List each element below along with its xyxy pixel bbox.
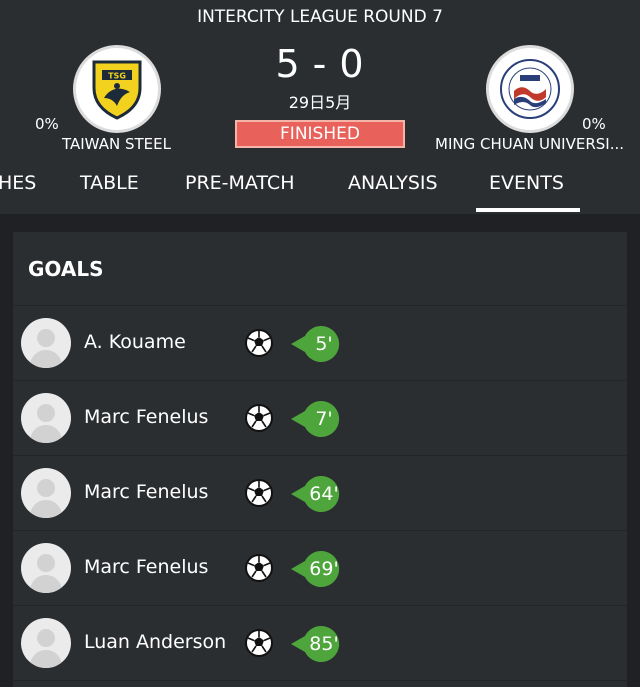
- player-avatar: [21, 393, 71, 443]
- tab-table[interactable]: TABLE: [80, 172, 139, 194]
- goal-minute-badge: 5': [291, 326, 343, 362]
- soccer-ball-icon: [244, 553, 274, 583]
- goal-row[interactable]: Marc Fenelus 7': [13, 381, 627, 456]
- away-team-name[interactable]: MING CHUAN UNIVERSI...: [435, 135, 624, 153]
- soccer-ball-icon: [244, 403, 274, 433]
- player-avatar: [21, 318, 71, 368]
- home-team-name[interactable]: TAIWAN STEEL: [62, 135, 171, 153]
- goal-row[interactable]: A. Kouame 5': [13, 306, 627, 381]
- away-team-badge[interactable]: [486, 45, 574, 133]
- player-name[interactable]: Marc Fenelus: [84, 556, 208, 578]
- goals-card: GOALS A. Kouame 5' Marc Fenelus 7' Marc Fene…: [13, 232, 627, 687]
- round-title: INTERCITY LEAGUE ROUND 7: [197, 7, 443, 27]
- soccer-ball-icon: [244, 628, 274, 658]
- goal-minute: 5': [315, 333, 333, 355]
- goal-row[interactable]: Luan Anderson 85': [13, 606, 627, 681]
- player-name[interactable]: Marc Fenelus: [84, 481, 208, 503]
- away-possession: 0%: [582, 115, 606, 133]
- soccer-ball-icon: [244, 478, 274, 508]
- goal-row[interactable]: Marc Fenelus 69': [13, 531, 627, 606]
- goal-minute-badge: 69': [291, 551, 343, 587]
- goal-minute-badge: 85': [291, 626, 343, 662]
- goal-row[interactable]: Marc Fenelus 64': [13, 456, 627, 531]
- player-name[interactable]: A. Kouame: [84, 331, 186, 353]
- goals-list: A. Kouame 5' Marc Fenelus 7' Marc Fenelus 64'…: [13, 306, 627, 681]
- soccer-ball-icon: [244, 328, 274, 358]
- home-score: 5: [275, 42, 301, 86]
- player-avatar: [21, 468, 71, 518]
- goal-minute: 7': [315, 408, 333, 430]
- player-name[interactable]: Marc Fenelus: [84, 406, 208, 428]
- tab-analysis[interactable]: ANALYSIS: [348, 172, 438, 194]
- goal-minute-badge: 64': [291, 476, 343, 512]
- goal-minute: 69': [309, 558, 339, 580]
- player-avatar: [21, 618, 71, 668]
- goal-minute-badge: 7': [291, 401, 343, 437]
- university-seal-icon: [500, 59, 560, 119]
- events-content: GOALS A. Kouame 5' Marc Fenelus 7' Marc Fene…: [0, 214, 640, 687]
- status-badge: FINISHED: [235, 120, 405, 148]
- player-name[interactable]: Luan Anderson: [84, 631, 226, 653]
- away-score: 0: [339, 42, 365, 86]
- goals-title: GOALS: [28, 257, 104, 281]
- tab-pre-match[interactable]: PRE-MATCH: [185, 172, 294, 194]
- tab-events[interactable]: EVENTS: [489, 172, 564, 194]
- player-avatar: [21, 543, 71, 593]
- goals-header: GOALS: [13, 232, 627, 306]
- goal-minute: 64': [309, 483, 339, 505]
- tab-matches[interactable]: HES: [0, 172, 36, 194]
- goal-minute: 85': [309, 633, 339, 655]
- match-tabs: HES TABLE PRE-MATCH ANALYSIS EVENTS: [0, 170, 640, 214]
- active-tab-indicator: [476, 208, 580, 212]
- match-header: INTERCITY LEAGUE ROUND 7 TSG 0% TAIWAN S…: [0, 0, 640, 214]
- home-possession: 0%: [35, 115, 59, 133]
- score-separator: -: [312, 42, 328, 86]
